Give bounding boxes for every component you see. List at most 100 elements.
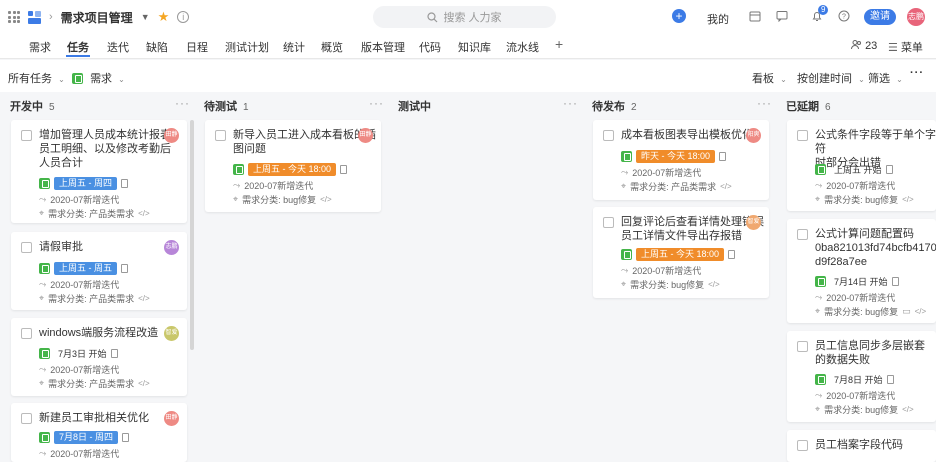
- type-dropdown[interactable]: 需求 ⌄: [72, 70, 125, 86]
- task-checkbox[interactable]: [21, 328, 32, 339]
- task-checkbox[interactable]: [797, 130, 808, 141]
- tab-code[interactable]: 代码: [419, 39, 441, 55]
- assignee-avatar[interactable]: 阳爽: [746, 128, 761, 143]
- more-icon[interactable]: ···: [910, 67, 924, 79]
- members-button[interactable]: 23: [851, 39, 877, 52]
- task-card[interactable]: 公式条件字段等于单个字符 时部分会出错 上周五 开始 ⤳ 2020-07新增迭代…: [787, 120, 936, 211]
- help-icon[interactable]: ?: [838, 10, 850, 22]
- add-tab-icon[interactable]: +: [555, 36, 563, 52]
- star-icon[interactable]: ★: [158, 9, 170, 25]
- task-checkbox[interactable]: [797, 229, 808, 240]
- project-name[interactable]: 需求项目管理: [61, 9, 133, 26]
- column-title: 待发布: [592, 101, 625, 113]
- date-tag[interactable]: 上周五 - 周四: [54, 177, 117, 190]
- tab-requirements[interactable]: 需求: [29, 39, 51, 55]
- members-icon: [851, 40, 861, 50]
- task-checkbox[interactable]: [603, 130, 614, 141]
- mine-link[interactable]: 我的: [707, 11, 729, 27]
- requirement-type-icon: [815, 374, 826, 385]
- category-label: 需求分类: bug修复: [630, 280, 705, 290]
- chevron-down-icon[interactable]: ▼: [141, 12, 150, 22]
- tab-test-plan[interactable]: 测试计划: [225, 39, 269, 55]
- date-label[interactable]: 7月3日 开始: [58, 347, 107, 360]
- sort-dropdown[interactable]: 按创建时间 ⌄: [797, 70, 865, 86]
- chevron-down-icon: ⌄: [896, 75, 903, 84]
- column-scrollbar[interactable]: [190, 120, 194, 350]
- active-tab-indicator: [66, 55, 90, 57]
- date-tag[interactable]: 上周五 - 今天 18:00: [248, 163, 337, 176]
- filter-dropdown[interactable]: 筛选 ⌄: [868, 70, 903, 86]
- task-checkbox[interactable]: [603, 217, 614, 228]
- iteration-row: ⤳ 2020-07新增迭代: [815, 179, 895, 192]
- code-icon: </>: [902, 405, 914, 414]
- invite-button[interactable]: 邀请: [864, 9, 896, 25]
- assignee-avatar[interactable]: 志鹏: [164, 240, 179, 255]
- task-checkbox[interactable]: [797, 341, 808, 352]
- project-switcher[interactable]: › 需求项目管理 ▼ ★ i: [0, 9, 190, 26]
- task-checkbox[interactable]: [21, 413, 32, 424]
- category-row: ⌖ 需求分类: bug修复 </>: [621, 278, 720, 291]
- all-tasks-dropdown[interactable]: 所有任务 ⌄: [8, 70, 65, 86]
- message-icon[interactable]: [776, 10, 788, 23]
- assignee-avatar[interactable]: 智爱: [164, 326, 179, 341]
- date-tag[interactable]: 上周五 - 周五: [54, 262, 117, 275]
- calendar-icon[interactable]: [749, 10, 761, 22]
- tab-pipeline[interactable]: 流水线: [506, 39, 539, 55]
- tab-overview[interactable]: 概览: [321, 39, 343, 55]
- top-bar: › 需求项目管理 ▼ ★ i 搜索 人力家 + 我的 9 ? 邀请 志鹏: [0, 0, 936, 34]
- task-card[interactable]: windows端服务流程改造 智爱 7月3日 开始 ⤳ 2020-07新增迭代 …: [11, 318, 187, 396]
- info-icon[interactable]: i: [177, 11, 190, 23]
- apps-grid-icon[interactable]: [8, 11, 20, 23]
- task-card[interactable]: 新建员工审批相关优化 田静 7月8日 - 周四 ⤳ 2020-07新增迭代: [11, 403, 187, 462]
- task-title: 增加管理人员成本统计报表 员工明细、以及修改考勤后 人员合计: [39, 128, 171, 170]
- column-more-icon[interactable]: ···: [757, 96, 772, 110]
- task-card[interactable]: 成本看板图表导出模板优化 阳爽 昨天 - 今天 18:00 ⤳ 2020-07新…: [593, 120, 769, 200]
- date-label[interactable]: 7月8日 开始: [834, 373, 883, 386]
- add-icon[interactable]: +: [672, 9, 686, 23]
- date-tag[interactable]: 上周五 - 今天 18:00: [636, 248, 725, 261]
- view-dropdown[interactable]: 看板 ⌄: [752, 70, 787, 86]
- iteration-row: ⤳ 2020-07新增迭代: [39, 193, 119, 206]
- document-icon: [340, 165, 348, 174]
- requirement-type-icon: [621, 249, 632, 260]
- assignee-avatar[interactable]: 田静: [164, 411, 179, 426]
- tab-statistics[interactable]: 统计: [283, 39, 305, 55]
- task-card[interactable]: 员工信息同步多层嵌套 的数据失败 7月8日 开始 ⤳ 2020-07新增迭代 ⌖…: [787, 331, 936, 422]
- date-label[interactable]: 上周五 开始: [834, 163, 882, 176]
- code-icon: </>: [902, 195, 914, 204]
- tab-iterations[interactable]: 迭代: [107, 39, 129, 55]
- task-card[interactable]: 增加管理人员成本统计报表 员工明细、以及修改考勤后 人员合计 田静 上周五 - …: [11, 120, 187, 223]
- menu-button[interactable]: ☰ 菜单: [888, 39, 923, 55]
- iteration-icon: ⤳: [39, 279, 47, 289]
- column-more-icon[interactable]: ···: [369, 96, 384, 110]
- column-more-icon[interactable]: ···: [175, 96, 190, 110]
- assignee-avatar[interactable]: 智爱: [746, 215, 761, 230]
- date-tag[interactable]: 7月8日 - 周四: [54, 431, 119, 444]
- user-avatar[interactable]: 志鹏: [907, 8, 925, 26]
- task-checkbox[interactable]: [21, 130, 32, 141]
- task-title: 成本看板图表导出模板优化: [621, 129, 753, 141]
- task-checkbox[interactable]: [797, 440, 808, 451]
- tab-knowledge[interactable]: 知识库: [458, 39, 491, 55]
- document-icon: [885, 165, 893, 174]
- search-input[interactable]: 搜索 人力家: [373, 6, 556, 28]
- task-card[interactable]: 新导入员工进入成本看板的插 图问题 田静 上周五 - 今天 18:00 ⤳ 20…: [205, 120, 381, 212]
- column-more-icon[interactable]: ···: [563, 96, 578, 110]
- task-card[interactable]: 回复评论后查看详情处理错误 员工详情文件导出存报错 智爱 上周五 - 今天 18…: [593, 207, 769, 298]
- date-tag[interactable]: 昨天 - 今天 18:00: [636, 150, 716, 163]
- task-checkbox[interactable]: [21, 242, 32, 253]
- requirement-type-icon: [39, 263, 50, 274]
- assignee-avatar[interactable]: 田静: [164, 128, 179, 143]
- tab-versions[interactable]: 版本管理: [361, 39, 405, 55]
- task-card[interactable]: 员工档案字段代码: [787, 430, 936, 462]
- all-tasks-label: 所有任务: [8, 73, 52, 85]
- tab-tasks[interactable]: 任务: [67, 39, 89, 55]
- task-checkbox[interactable]: [215, 130, 226, 141]
- task-card[interactable]: 请假审批 志鹏 上周五 - 周五 ⤳ 2020-07新增迭代 ⌖ 需求分类: 产…: [11, 232, 187, 310]
- task-card[interactable]: 公式计算问题配置码 0ba821013fd74bcfb4170fe d9f28a…: [787, 219, 936, 323]
- category-row: ⌖ 需求分类: bug修复 ▭ </>: [815, 305, 926, 318]
- date-label[interactable]: 7月14日 开始: [834, 275, 888, 288]
- assignee-avatar[interactable]: 田静: [358, 128, 373, 143]
- tab-defects[interactable]: 缺陷: [146, 39, 168, 55]
- tab-schedule[interactable]: 日程: [186, 39, 208, 55]
